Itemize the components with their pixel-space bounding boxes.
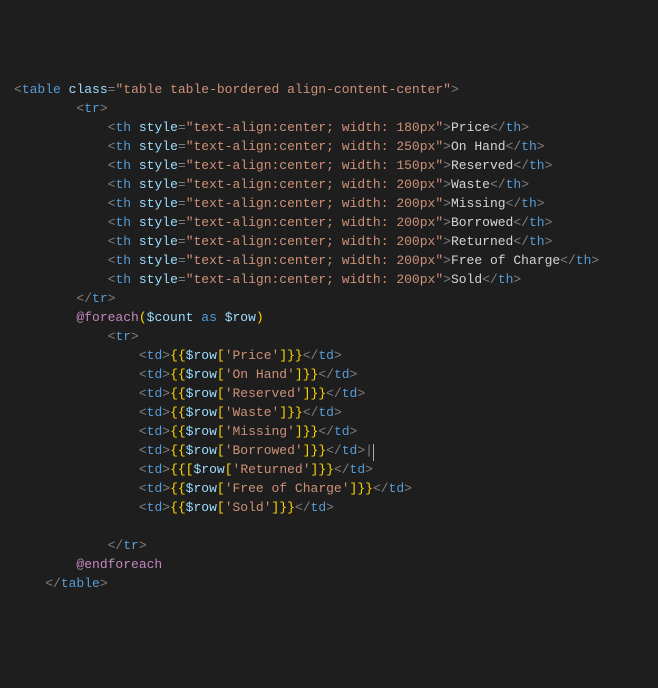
code-line[interactable]: <td>{{$row['Waste']}}</td>: [0, 403, 658, 422]
code-line[interactable]: <table class="table table-bordered align…: [0, 80, 658, 99]
code-line[interactable]: <td>{{$row['Reserved']}}</td>: [0, 384, 658, 403]
code-line[interactable]: <th style="text-align:center; width: 200…: [0, 175, 658, 194]
code-line[interactable]: <th style="text-align:center; width: 200…: [0, 232, 658, 251]
code-line[interactable]: @foreach($count as $row): [0, 308, 658, 327]
code-line[interactable]: <tr>: [0, 99, 658, 118]
code-line[interactable]: <td>{{$row['Borrowed']}}</td>|: [0, 441, 658, 460]
code-line[interactable]: <td>{{$row['Missing']}}</td>: [0, 422, 658, 441]
code-line[interactable]: <td>{{$row['On Hand']}}</td>: [0, 365, 658, 384]
code-line[interactable]: <th style="text-align:center; width: 200…: [0, 194, 658, 213]
code-editor[interactable]: <table class="table table-bordered align…: [0, 80, 658, 593]
code-line[interactable]: <td>{{$row['Sold']}}</td>: [0, 498, 658, 517]
code-line[interactable]: <th style="text-align:center; width: 250…: [0, 137, 658, 156]
code-line[interactable]: <td>{{$row['Free of Charge']}}</td>: [0, 479, 658, 498]
code-line[interactable]: <td>{{[$row['Returned']}}</td>: [0, 460, 658, 479]
code-line[interactable]: <td>{{$row['Price']}}</td>: [0, 346, 658, 365]
code-line[interactable]: <tr>: [0, 327, 658, 346]
code-line[interactable]: <th style="text-align:center; width: 200…: [0, 213, 658, 232]
code-line[interactable]: <th style="text-align:center; width: 200…: [0, 270, 658, 289]
code-line[interactable]: </tr>: [0, 536, 658, 555]
code-line[interactable]: </table>: [0, 574, 658, 593]
code-line[interactable]: <th style="text-align:center; width: 180…: [0, 118, 658, 137]
code-line[interactable]: <th style="text-align:center; width: 200…: [0, 251, 658, 270]
code-line[interactable]: @endforeach: [0, 555, 658, 574]
code-line[interactable]: [0, 517, 658, 536]
code-line[interactable]: </tr>: [0, 289, 658, 308]
code-line[interactable]: <th style="text-align:center; width: 150…: [0, 156, 658, 175]
